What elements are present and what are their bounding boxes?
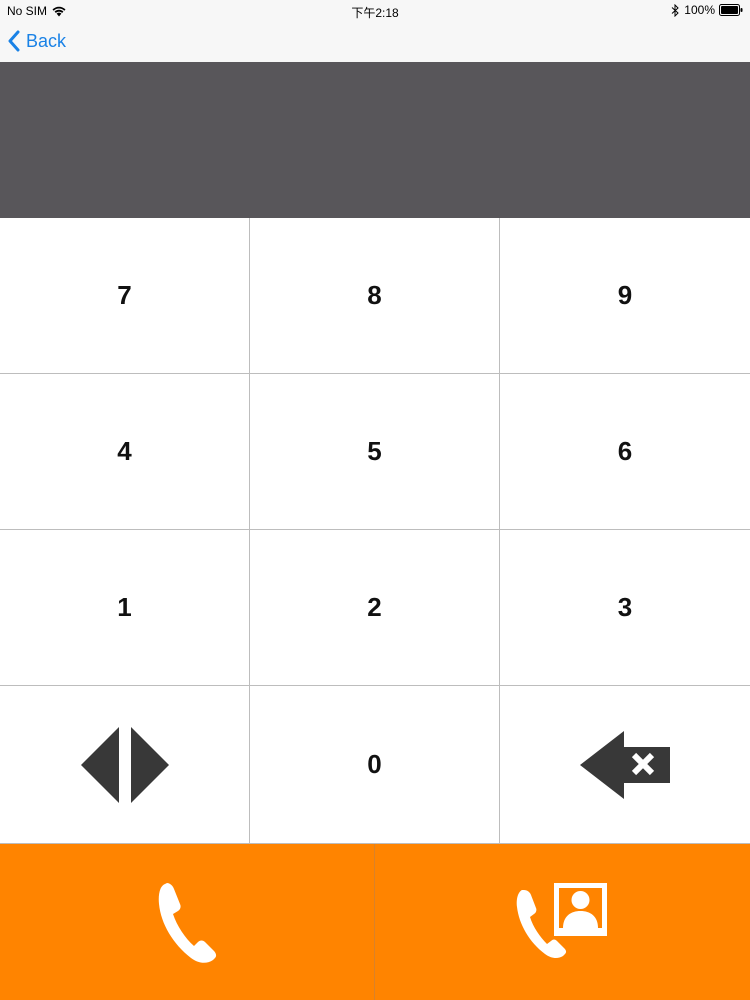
key-label: 6	[617, 436, 633, 466]
status-bar: No SIM 下午2:18 100%	[0, 0, 750, 22]
key-1[interactable]: 1	[0, 530, 250, 686]
action-bar	[0, 844, 750, 1000]
status-time: 下午2:18	[351, 6, 399, 20]
key-label: 0	[367, 749, 382, 779]
key-label: 4	[117, 436, 132, 466]
chevron-left-icon	[8, 30, 20, 52]
key-5[interactable]: 5	[250, 374, 500, 530]
toggle-keypad-button[interactable]	[0, 686, 250, 844]
key-label: 2	[367, 592, 382, 622]
battery-percentage: 100%	[684, 3, 715, 17]
key-label: 3	[617, 592, 633, 622]
key-0[interactable]: 0	[250, 686, 500, 844]
back-label: Back	[26, 30, 67, 51]
dialer-screen: No SIM 下午2:18 100% Back 7 8 9 4 5 6 1 2 …	[0, 0, 750, 1000]
key-6[interactable]: 6	[500, 374, 750, 530]
key-label: 8	[367, 280, 382, 310]
key-label: 5	[367, 436, 382, 466]
key-label: 9	[617, 280, 633, 310]
backspace-button[interactable]	[500, 686, 750, 844]
key-2[interactable]: 2	[250, 530, 500, 686]
key-label: 1	[117, 592, 132, 622]
call-button[interactable]	[0, 844, 375, 1000]
toggle-arrows-icon	[80, 726, 169, 803]
key-3[interactable]: 3	[500, 530, 750, 686]
key-7[interactable]: 7	[0, 218, 250, 374]
video-call-icon	[516, 883, 607, 959]
key-8[interactable]: 8	[250, 218, 500, 374]
back-button[interactable]: Back	[8, 30, 66, 52]
battery-icon	[719, 4, 743, 16]
backspace-icon	[580, 730, 670, 799]
key-9[interactable]: 9	[500, 218, 750, 374]
navigation-bar: Back	[0, 22, 750, 62]
phone-icon	[158, 883, 217, 963]
keypad: 7 8 9 4 5 6 1 2 3 0	[0, 218, 750, 844]
key-4[interactable]: 4	[0, 374, 250, 530]
status-right: 100%	[671, 3, 743, 17]
video-call-button[interactable]	[375, 844, 750, 1000]
key-label: 7	[117, 280, 132, 310]
bluetooth-icon	[671, 3, 680, 17]
number-display	[0, 62, 750, 218]
